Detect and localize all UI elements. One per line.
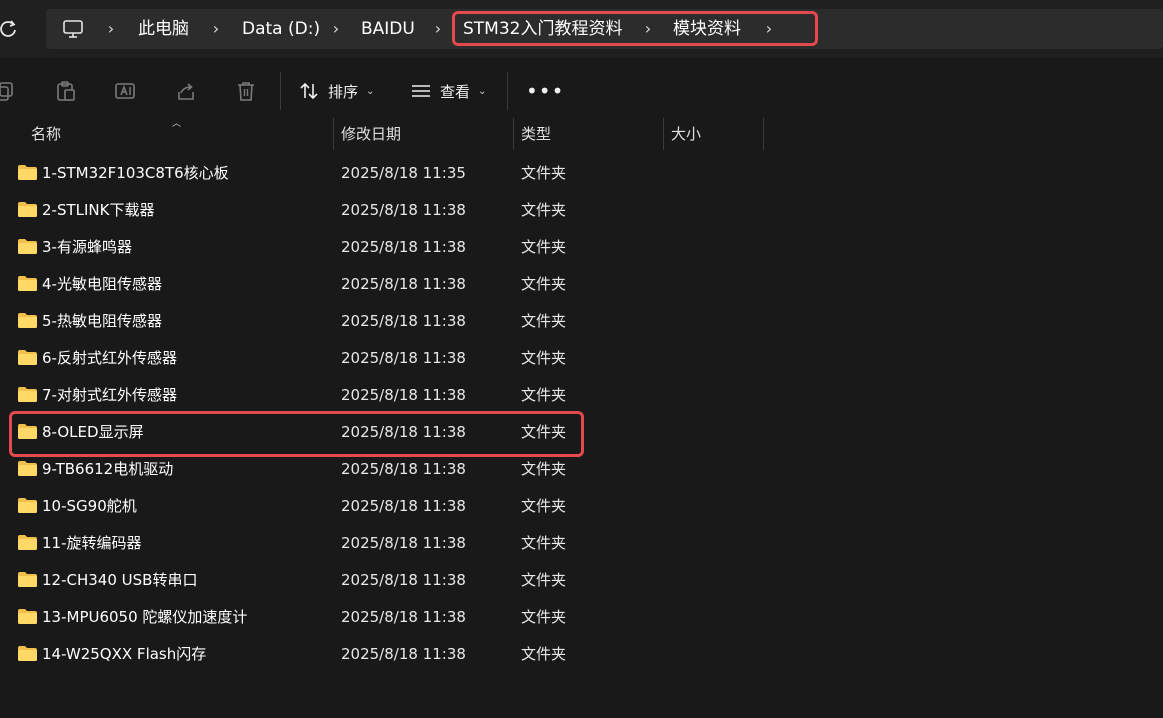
folder-icon [18, 461, 37, 476]
folder-icon [18, 572, 37, 587]
file-date: 2025/8/18 11:38 [341, 312, 466, 330]
folder-icon [18, 498, 37, 513]
file-row[interactable]: 5-热敏电阻传感器 2025/8/18 11:38 文件夹 [0, 303, 1163, 340]
paste-icon[interactable] [55, 80, 77, 102]
toolbar-divider [507, 72, 508, 110]
file-row[interactable]: 3-有源蜂鸣器 2025/8/18 11:38 文件夹 [0, 229, 1163, 266]
column-type[interactable]: 类型 [521, 118, 551, 150]
column-header: 名称 修改日期 类型 大小 [0, 118, 1163, 150]
more-icon: ••• [526, 79, 565, 103]
view-label: 查看 [440, 82, 471, 101]
file-date: 2025/8/18 11:38 [341, 645, 466, 663]
breadcrumb-baidu[interactable]: BAIDU [361, 18, 415, 40]
view-button[interactable]: 查看 ⌄ [411, 78, 486, 104]
file-name: 12-CH340 USB转串口 [42, 571, 198, 589]
file-type: 文件夹 [521, 497, 567, 515]
more-options-button[interactable]: ••• [526, 78, 563, 104]
file-type: 文件夹 [521, 201, 567, 219]
file-name: 13-MPU6050 陀螺仪加速度计 [42, 608, 248, 626]
folder-icon [18, 387, 37, 402]
command-bar: 排序 ⌄ 查看 ⌄ [0, 58, 1163, 120]
breadcrumb-highlight-box [452, 11, 818, 46]
folder-icon [18, 165, 37, 180]
sort-button[interactable]: 排序 ⌄ [299, 78, 374, 104]
chevron-down-icon: ⌄ [478, 85, 487, 97]
file-name: 1-STM32F103C8T6核心板 [42, 164, 229, 182]
file-name: 7-对射式红外传感器 [42, 386, 177, 404]
file-name: 5-热敏电阻传感器 [42, 312, 162, 330]
row-highlight-box [9, 411, 584, 457]
file-name: 14-W25QXX Flash闪存 [42, 645, 207, 663]
file-name: 2-STLINK下载器 [42, 201, 155, 219]
this-pc-icon[interactable] [61, 17, 85, 41]
file-type: 文件夹 [521, 534, 567, 552]
column-divider[interactable] [663, 118, 664, 150]
folder-icon [18, 535, 37, 550]
folder-icon [18, 313, 37, 328]
file-type: 文件夹 [521, 275, 567, 293]
folder-icon [18, 276, 37, 291]
file-date: 2025/8/18 11:38 [341, 238, 466, 256]
file-type: 文件夹 [521, 238, 567, 256]
file-type: 文件夹 [521, 349, 567, 367]
delete-icon[interactable] [235, 80, 257, 102]
file-date: 2025/8/18 11:38 [341, 201, 466, 219]
file-type: 文件夹 [521, 571, 567, 589]
breadcrumb-this-pc[interactable]: 此电脑 [138, 18, 189, 40]
folder-icon [18, 646, 37, 661]
file-name: 3-有源蜂鸣器 [42, 238, 132, 256]
file-row[interactable]: 13-MPU6050 陀螺仪加速度计 2025/8/18 11:38 文件夹 [0, 599, 1163, 636]
file-name: 4-光敏电阻传感器 [42, 275, 162, 293]
file-type: 文件夹 [521, 645, 567, 663]
folder-icon [18, 202, 37, 217]
file-row[interactable]: 4-光敏电阻传感器 2025/8/18 11:38 文件夹 [0, 266, 1163, 303]
column-divider[interactable] [333, 118, 334, 150]
file-row[interactable]: 1-STM32F103C8T6核心板 2025/8/18 11:35 文件夹 [0, 155, 1163, 192]
file-row[interactable]: 12-CH340 USB转串口 2025/8/18 11:38 文件夹 [0, 562, 1163, 599]
file-type: 文件夹 [521, 608, 567, 626]
file-type: 文件夹 [521, 164, 567, 182]
file-row[interactable]: 14-W25QXX Flash闪存 2025/8/18 11:38 文件夹 [0, 636, 1163, 673]
file-date: 2025/8/18 11:38 [341, 349, 466, 367]
file-date: 2025/8/18 11:38 [341, 275, 466, 293]
column-date[interactable]: 修改日期 [341, 118, 401, 150]
breadcrumb-separator[interactable]: › [329, 18, 343, 40]
file-row[interactable]: 11-旋转编码器 2025/8/18 11:38 文件夹 [0, 525, 1163, 562]
file-type: 文件夹 [521, 386, 567, 404]
column-name[interactable]: 名称 [31, 118, 61, 150]
toolbar-divider [280, 72, 281, 110]
file-row[interactable]: 6-反射式红外传感器 2025/8/18 11:38 文件夹 [0, 340, 1163, 377]
file-name: 11-旋转编码器 [42, 534, 142, 552]
refresh-icon[interactable] [0, 17, 20, 41]
folder-icon [18, 239, 37, 254]
folder-icon [18, 350, 37, 365]
rename-icon[interactable] [114, 80, 136, 102]
view-icon [412, 85, 430, 97]
breadcrumb-separator[interactable]: › [431, 18, 445, 40]
column-divider[interactable] [513, 118, 514, 150]
file-name: 10-SG90舵机 [42, 497, 137, 515]
breadcrumb-separator[interactable]: › [209, 18, 223, 40]
breadcrumb-separator[interactable]: › [104, 18, 118, 40]
column-size[interactable]: 大小 [671, 118, 701, 150]
share-icon[interactable] [175, 80, 197, 102]
folder-icon [18, 609, 37, 624]
file-row[interactable]: 7-对射式红外传感器 2025/8/18 11:38 文件夹 [0, 377, 1163, 414]
file-date: 2025/8/18 11:35 [341, 164, 466, 182]
file-date: 2025/8/18 11:38 [341, 497, 466, 515]
column-divider[interactable] [763, 118, 764, 150]
chevron-down-icon: ⌄ [366, 85, 375, 97]
copy-icon[interactable] [0, 80, 16, 102]
sort-label: 排序 [328, 82, 359, 101]
file-name: 6-反射式红外传感器 [42, 349, 177, 367]
file-date: 2025/8/18 11:38 [341, 386, 466, 404]
file-date: 2025/8/18 11:38 [341, 571, 466, 589]
file-type: 文件夹 [521, 312, 567, 330]
sort-icon [300, 82, 318, 100]
file-date: 2025/8/18 11:38 [341, 534, 466, 552]
breadcrumb-data-drive[interactable]: Data (D:) [242, 18, 320, 40]
file-date: 2025/8/18 11:38 [341, 608, 466, 626]
file-row[interactable]: 2-STLINK下载器 2025/8/18 11:38 文件夹 [0, 192, 1163, 229]
file-row[interactable]: 10-SG90舵机 2025/8/18 11:38 文件夹 [0, 488, 1163, 525]
